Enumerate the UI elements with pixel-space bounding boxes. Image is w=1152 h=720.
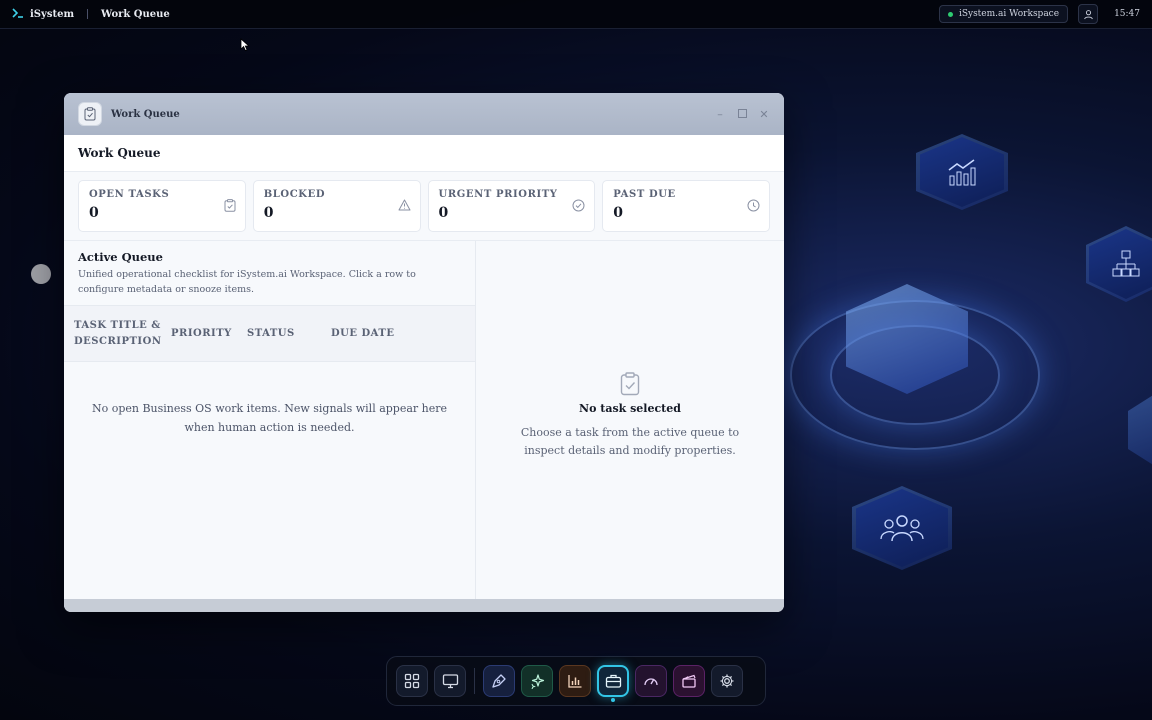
column-header-due-date[interactable]: DUE DATE: [331, 328, 421, 339]
gauge-icon: [644, 678, 658, 686]
maximize-button[interactable]: [736, 108, 748, 121]
app-dock: [386, 656, 766, 706]
stat-label: URGENT PRIORITY: [438, 189, 558, 200]
user-icon: [1083, 9, 1093, 19]
column-header-status[interactable]: STATUS: [247, 328, 331, 339]
sparkles-icon: [531, 674, 545, 689]
clock: 15:47: [1114, 9, 1140, 19]
background-logo-dot: [31, 264, 51, 284]
user-button[interactable]: [1078, 4, 1099, 24]
team-icon: [880, 515, 924, 542]
minimize-button[interactable]: –: [714, 108, 726, 121]
dock-desktop-button[interactable]: [434, 665, 466, 697]
window-footer: [64, 599, 784, 612]
queue-empty-message: No open Business OS work items. New sign…: [91, 402, 448, 435]
dock-divider: [474, 668, 475, 694]
terminal-icon: [12, 7, 24, 21]
column-header-priority[interactable]: PRIORITY: [171, 328, 247, 339]
stat-card-blocked: BLOCKED 0: [252, 180, 421, 232]
task-detail-pane: No task selected Choose a task from the …: [476, 241, 784, 599]
dock-settings-button[interactable]: [711, 665, 743, 697]
window-titlebar[interactable]: Work Queue – ✕: [64, 93, 784, 135]
active-queue-pane: Active Queue Unified operational checkli…: [64, 241, 476, 599]
stat-card-urgent-priority: URGENT PRIORITY 0: [427, 180, 596, 232]
stat-label: PAST DUE: [613, 189, 676, 200]
queue-header: Active Queue Unified operational checkli…: [64, 241, 475, 307]
mouse-cursor-icon: [240, 38, 250, 52]
dock-analytics-button[interactable]: [559, 665, 591, 697]
detail-empty-state: No task selected Choose a task from the …: [476, 372, 784, 459]
detail-empty-title: No task selected: [579, 402, 681, 415]
briefcase-icon: [605, 674, 621, 688]
warning-icon: [398, 199, 410, 211]
chart-growth-icon: [948, 159, 976, 186]
top-bar: iSystem Work Queue iSystem.ai Workspace …: [0, 0, 1152, 29]
clipboard-check-icon: [84, 107, 96, 121]
stat-value: 0: [438, 205, 449, 221]
pen-tool-icon: [492, 674, 506, 688]
window-app-icon: [78, 102, 102, 126]
bar-chart-icon: [568, 675, 582, 688]
workspace-name: iSystem.ai Workspace: [958, 9, 1060, 19]
stat-card-open-tasks: OPEN TASKS 0: [78, 180, 246, 232]
close-button[interactable]: ✕: [758, 108, 770, 121]
stat-value: 0: [613, 205, 623, 221]
dock-media-button[interactable]: [673, 665, 705, 697]
active-app-title: Work Queue: [101, 8, 170, 20]
divider: [87, 9, 89, 19]
org-chart-icon: [1112, 250, 1140, 277]
dock-design-button[interactable]: [483, 665, 515, 697]
maximize-icon: [737, 108, 747, 118]
apps-grid-icon: [404, 673, 420, 689]
page-title: Work Queue: [78, 146, 161, 160]
check-circle-icon: [572, 199, 585, 212]
dock-work-queue-button[interactable]: [597, 665, 629, 702]
clipboard-check-icon: [620, 372, 640, 396]
stat-label: BLOCKED: [263, 189, 326, 200]
stat-value: 0: [263, 205, 274, 221]
dock-apps-button[interactable]: [396, 665, 428, 697]
window-title: Work Queue: [111, 108, 180, 120]
queue-title: Active Queue: [78, 250, 163, 264]
stat-card-past-due: PAST DUE 0: [602, 180, 770, 232]
window-header: Work Queue: [64, 135, 784, 172]
table-header: TASK TITLE & DESCRIPTION PRIORITY STATUS…: [64, 306, 475, 363]
dock-ai-button[interactable]: [521, 665, 553, 697]
clapperboard-icon: [682, 674, 696, 688]
column-header-title[interactable]: TASK TITLE & DESCRIPTION: [74, 318, 171, 349]
stat-value: 0: [89, 205, 99, 221]
workspace-selector[interactable]: iSystem.ai Workspace: [938, 5, 1069, 23]
dock-performance-button[interactable]: [635, 665, 667, 697]
gear-icon: [720, 674, 734, 688]
stats-row: OPEN TASKS 0 BLOCKED 0 URGENT PRIORITY 0…: [64, 172, 784, 240]
queue-description: Unified operational checklist for iSyste…: [78, 269, 416, 296]
stat-label: OPEN TASKS: [89, 189, 170, 200]
clipboard-icon: [224, 199, 236, 212]
content-area: Active Queue Unified operational checkli…: [64, 240, 784, 599]
monitor-icon: [442, 674, 458, 689]
brand-name[interactable]: iSystem: [30, 9, 74, 20]
detail-empty-description: Choose a task from the active queue to i…: [520, 426, 740, 457]
work-queue-window: Work Queue – ✕ Work Queue OPEN TASKS 0 B…: [64, 93, 784, 612]
background-hex: [1128, 392, 1152, 468]
clock-icon: [747, 199, 760, 212]
status-dot: [947, 11, 953, 17]
